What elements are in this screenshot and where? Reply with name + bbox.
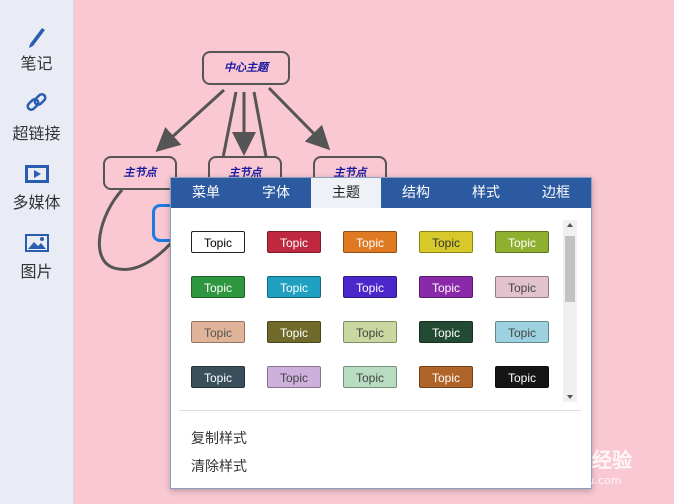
sidebar-item-label: 笔记 [20, 54, 53, 73]
theme-swatch[interactable]: Topic [267, 276, 321, 298]
theme-swatch[interactable]: Topic [343, 231, 397, 253]
scrollbar-thumb[interactable] [565, 236, 575, 302]
paw-icon [565, 444, 586, 465]
link-icon [26, 92, 47, 112]
theme-swatch[interactable]: Topic [419, 366, 473, 388]
theme-swatch[interactable]: Topic [419, 231, 473, 253]
theme-swatch[interactable]: Topic [191, 231, 245, 253]
center-topic[interactable]: 中心主题 [202, 51, 290, 85]
theme-swatch[interactable]: Topic [191, 366, 245, 388]
theme-swatch[interactable]: Topic [419, 276, 473, 298]
baidu-watermark: Bai 经验 jingyan.baidu.com [512, 436, 662, 496]
sidebar-item-link[interactable]: 超链接 [0, 92, 73, 144]
watermark-brand: Bai [512, 440, 553, 470]
sidebar: 笔记 超链接 多媒体 图片 [0, 0, 74, 504]
watermark-suffix: 经验 [592, 448, 632, 472]
sidebar-item-label: 图片 [20, 262, 53, 281]
tab-font[interactable]: 字体 [241, 178, 311, 208]
tab-structure[interactable]: 结构 [381, 178, 451, 208]
theme-swatch[interactable]: Topic [267, 366, 321, 388]
sidebar-item-note[interactable]: 笔记 [0, 22, 73, 74]
clear-style-button[interactable]: 清除样式 [191, 456, 247, 476]
theme-swatch[interactable]: Topic [495, 321, 549, 343]
theme-swatch[interactable]: Topic [343, 276, 397, 298]
tab-style[interactable]: 样式 [451, 178, 521, 208]
theme-swatch[interactable]: Topic [191, 276, 245, 298]
theme-swatch[interactable]: Topic [495, 231, 549, 253]
theme-swatch[interactable]: Topic [267, 231, 321, 253]
theme-swatch[interactable]: Topic [267, 321, 321, 343]
scroll-down-icon[interactable] [567, 395, 573, 399]
sidebar-item-label: 超链接 [12, 124, 61, 143]
tab-menu[interactable]: 菜单 [171, 178, 241, 208]
vertical-scrollbar[interactable] [563, 220, 577, 402]
image-icon [25, 234, 49, 252]
pen-icon [29, 28, 45, 48]
sidebar-item-media[interactable]: 多媒体 [0, 161, 73, 213]
film-icon [25, 165, 49, 183]
theme-swatch[interactable]: Topic [495, 276, 549, 298]
panel-tab-bar: 菜单 字体 主题 结构 样式 边框 [171, 178, 591, 208]
theme-swatch[interactable]: Topic [419, 321, 473, 343]
tab-theme[interactable]: 主题 [311, 178, 381, 208]
sidebar-item-image[interactable]: 图片 [0, 230, 73, 282]
copy-style-button[interactable]: 复制样式 [191, 428, 247, 448]
theme-swatch[interactable]: Topic [343, 366, 397, 388]
sidebar-item-label: 多媒体 [12, 193, 61, 212]
theme-swatch[interactable]: Topic [495, 366, 549, 388]
main-node[interactable]: 主节点 [103, 156, 177, 190]
theme-swatch[interactable]: Topic [343, 321, 397, 343]
scroll-up-icon[interactable] [567, 223, 573, 227]
tab-border[interactable]: 边框 [521, 178, 591, 208]
divider [179, 410, 581, 411]
watermark-url: jingyan.baidu.com [520, 474, 622, 487]
theme-swatch[interactable]: Topic [191, 321, 245, 343]
